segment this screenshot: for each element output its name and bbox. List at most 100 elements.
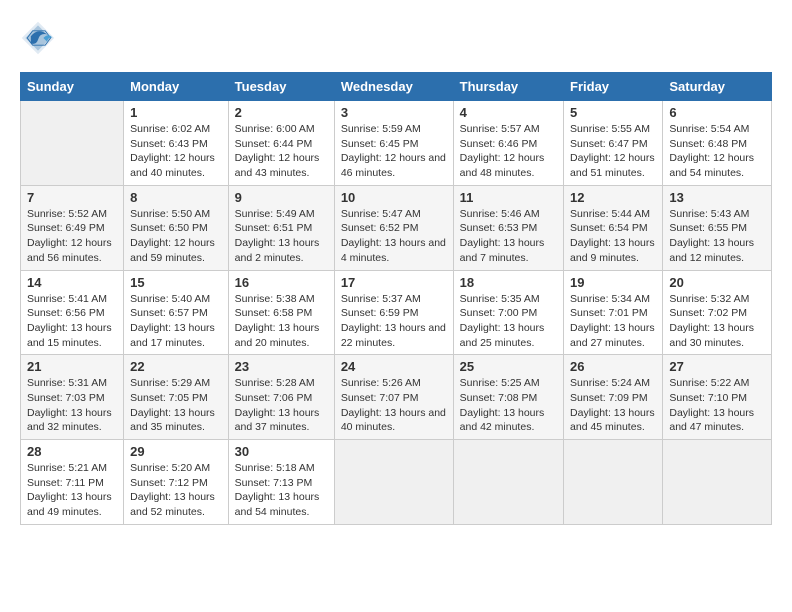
week-row-2: 7 Sunrise: 5:52 AMSunset: 6:49 PMDaylight… — [21, 185, 772, 270]
day-cell — [334, 440, 453, 525]
day-number: 10 — [341, 190, 447, 205]
logo — [20, 20, 60, 56]
day-number: 21 — [27, 359, 117, 374]
header-cell-thursday: Thursday — [453, 73, 563, 101]
day-info: Sunrise: 5:37 AMSunset: 6:59 PMDaylight:… — [341, 292, 447, 351]
day-info: Sunrise: 5:59 AMSunset: 6:45 PMDaylight:… — [341, 122, 447, 181]
day-cell: 12 Sunrise: 5:44 AMSunset: 6:54 PMDayligh… — [564, 185, 663, 270]
day-cell: 9 Sunrise: 5:49 AMSunset: 6:51 PMDaylight… — [228, 185, 334, 270]
day-number: 4 — [460, 105, 557, 120]
day-number: 15 — [130, 275, 222, 290]
day-cell: 15Sunrise: 5:40 AMSunset: 6:57 PMDayligh… — [124, 270, 229, 355]
day-cell: 6 Sunrise: 5:54 AMSunset: 6:48 PMDaylight… — [663, 101, 772, 186]
day-number: 7 — [27, 190, 117, 205]
day-cell: 4Sunrise: 5:57 AMSunset: 6:46 PMDaylight… — [453, 101, 563, 186]
day-number: 23 — [235, 359, 328, 374]
day-info: Sunrise: 5:22 AMSunset: 7:10 PMDaylight:… — [669, 376, 765, 435]
week-row-1: 1 Sunrise: 6:02 AMSunset: 6:43 PMDaylight… — [21, 101, 772, 186]
day-number: 19 — [570, 275, 656, 290]
day-info: Sunrise: 6:02 AMSunset: 6:43 PMDaylight:… — [130, 122, 222, 181]
day-info: Sunrise: 5:34 AMSunset: 7:01 PMDaylight:… — [570, 292, 656, 351]
calendar-header: SundayMondayTuesdayWednesdayThursdayFrid… — [21, 73, 772, 101]
calendar-table: SundayMondayTuesdayWednesdayThursdayFrid… — [20, 72, 772, 525]
day-cell: 17 Sunrise: 5:37 AMSunset: 6:59 PMDayligh… — [334, 270, 453, 355]
day-number: 2 — [235, 105, 328, 120]
day-info: Sunrise: 5:52 AMSunset: 6:49 PMDaylight:… — [27, 207, 117, 266]
day-cell: 26 Sunrise: 5:24 AMSunset: 7:09 PMDayligh… — [564, 355, 663, 440]
day-number: 24 — [341, 359, 447, 374]
day-number: 26 — [570, 359, 656, 374]
header-cell-monday: Monday — [124, 73, 229, 101]
day-info: Sunrise: 5:28 AMSunset: 7:06 PMDaylight:… — [235, 376, 328, 435]
day-cell: 5 Sunrise: 5:55 AMSunset: 6:47 PMDaylight… — [564, 101, 663, 186]
day-cell: 23 Sunrise: 5:28 AMSunset: 7:06 PMDayligh… — [228, 355, 334, 440]
day-cell: 27 Sunrise: 5:22 AMSunset: 7:10 PMDayligh… — [663, 355, 772, 440]
day-number: 11 — [460, 190, 557, 205]
day-cell: 29 Sunrise: 5:20 AMSunset: 7:12 PMDayligh… — [124, 440, 229, 525]
day-info: Sunrise: 5:31 AMSunset: 7:03 PMDaylight:… — [27, 376, 117, 435]
day-number: 18 — [460, 275, 557, 290]
day-cell: 30 Sunrise: 5:18 AMSunset: 7:13 PMDayligh… — [228, 440, 334, 525]
day-info: Sunrise: 5:35 AMSunset: 7:00 PMDaylight:… — [460, 292, 557, 351]
day-number: 29 — [130, 444, 222, 459]
day-info: Sunrise: 5:47 AMSunset: 6:52 PMDaylight:… — [341, 207, 447, 266]
day-cell: 8 Sunrise: 5:50 AMSunset: 6:50 PMDaylight… — [124, 185, 229, 270]
day-info: Sunrise: 5:21 AMSunset: 7:11 PMDaylight:… — [27, 461, 117, 520]
day-cell: 10 Sunrise: 5:47 AMSunset: 6:52 PMDayligh… — [334, 185, 453, 270]
header-row: SundayMondayTuesdayWednesdayThursdayFrid… — [21, 73, 772, 101]
day-cell: 19 Sunrise: 5:34 AMSunset: 7:01 PMDayligh… — [564, 270, 663, 355]
day-cell: 1 Sunrise: 6:02 AMSunset: 6:43 PMDaylight… — [124, 101, 229, 186]
day-info: Sunrise: 5:54 AMSunset: 6:48 PMDaylight:… — [669, 122, 765, 181]
day-number: 8 — [130, 190, 222, 205]
day-number: 17 — [341, 275, 447, 290]
day-cell: 2 Sunrise: 6:00 AMSunset: 6:44 PMDaylight… — [228, 101, 334, 186]
day-cell: 16 Sunrise: 5:38 AMSunset: 6:58 PMDayligh… — [228, 270, 334, 355]
day-number: 6 — [669, 105, 765, 120]
day-info: Sunrise: 5:18 AMSunset: 7:13 PMDaylight:… — [235, 461, 328, 520]
day-cell: 14Sunrise: 5:41 AMSunset: 6:56 PMDayligh… — [21, 270, 124, 355]
day-cell — [453, 440, 563, 525]
header-cell-sunday: Sunday — [21, 73, 124, 101]
day-number: 1 — [130, 105, 222, 120]
header-cell-tuesday: Tuesday — [228, 73, 334, 101]
day-cell: 25 Sunrise: 5:25 AMSunset: 7:08 PMDayligh… — [453, 355, 563, 440]
header-cell-friday: Friday — [564, 73, 663, 101]
day-info: Sunrise: 5:41 AMSunset: 6:56 PMDaylight:… — [27, 292, 117, 351]
week-row-3: 14Sunrise: 5:41 AMSunset: 6:56 PMDayligh… — [21, 270, 772, 355]
day-number: 27 — [669, 359, 765, 374]
page-header — [20, 20, 772, 56]
day-cell: 13Sunrise: 5:43 AMSunset: 6:55 PMDayligh… — [663, 185, 772, 270]
day-info: Sunrise: 5:24 AMSunset: 7:09 PMDaylight:… — [570, 376, 656, 435]
day-info: Sunrise: 5:26 AMSunset: 7:07 PMDaylight:… — [341, 376, 447, 435]
day-number: 12 — [570, 190, 656, 205]
day-info: Sunrise: 5:46 AMSunset: 6:53 PMDaylight:… — [460, 207, 557, 266]
day-cell: 7 Sunrise: 5:52 AMSunset: 6:49 PMDaylight… — [21, 185, 124, 270]
day-info: Sunrise: 5:55 AMSunset: 6:47 PMDaylight:… — [570, 122, 656, 181]
day-cell — [663, 440, 772, 525]
header-cell-wednesday: Wednesday — [334, 73, 453, 101]
day-info: Sunrise: 5:44 AMSunset: 6:54 PMDaylight:… — [570, 207, 656, 266]
day-number: 30 — [235, 444, 328, 459]
day-info: Sunrise: 5:50 AMSunset: 6:50 PMDaylight:… — [130, 207, 222, 266]
calendar-body: 1 Sunrise: 6:02 AMSunset: 6:43 PMDaylight… — [21, 101, 772, 525]
day-number: 20 — [669, 275, 765, 290]
day-cell: 18 Sunrise: 5:35 AMSunset: 7:00 PMDayligh… — [453, 270, 563, 355]
day-number: 25 — [460, 359, 557, 374]
day-cell: 24 Sunrise: 5:26 AMSunset: 7:07 PMDayligh… — [334, 355, 453, 440]
day-cell: 11 Sunrise: 5:46 AMSunset: 6:53 PMDayligh… — [453, 185, 563, 270]
day-number: 9 — [235, 190, 328, 205]
day-info: Sunrise: 5:38 AMSunset: 6:58 PMDaylight:… — [235, 292, 328, 351]
day-info: Sunrise: 5:43 AMSunset: 6:55 PMDaylight:… — [669, 207, 765, 266]
day-info: Sunrise: 5:29 AMSunset: 7:05 PMDaylight:… — [130, 376, 222, 435]
header-cell-saturday: Saturday — [663, 73, 772, 101]
day-number: 28 — [27, 444, 117, 459]
day-info: Sunrise: 5:32 AMSunset: 7:02 PMDaylight:… — [669, 292, 765, 351]
day-info: Sunrise: 5:49 AMSunset: 6:51 PMDaylight:… — [235, 207, 328, 266]
day-number: 22 — [130, 359, 222, 374]
day-number: 5 — [570, 105, 656, 120]
day-info: Sunrise: 5:25 AMSunset: 7:08 PMDaylight:… — [460, 376, 557, 435]
day-info: Sunrise: 6:00 AMSunset: 6:44 PMDaylight:… — [235, 122, 328, 181]
day-info: Sunrise: 5:20 AMSunset: 7:12 PMDaylight:… — [130, 461, 222, 520]
day-cell: 22 Sunrise: 5:29 AMSunset: 7:05 PMDayligh… — [124, 355, 229, 440]
day-number: 16 — [235, 275, 328, 290]
